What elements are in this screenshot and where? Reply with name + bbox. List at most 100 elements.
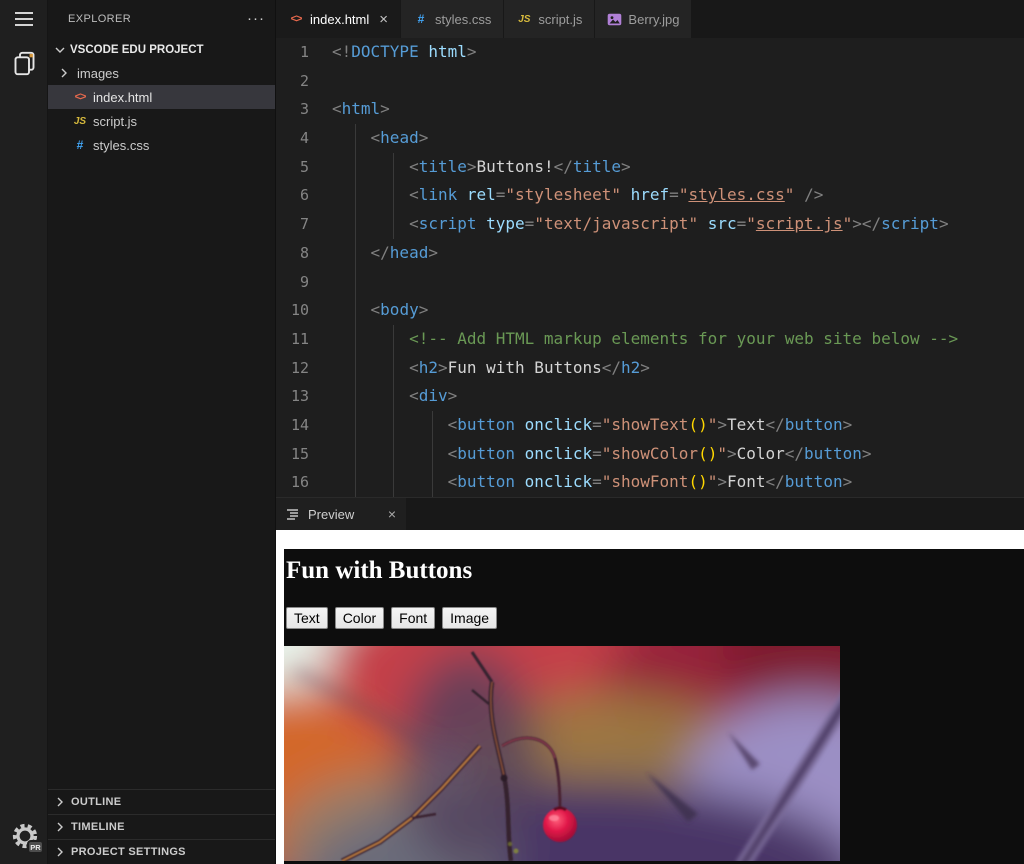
menu-icon[interactable] [15,12,33,26]
chevron-right-icon [52,844,68,860]
code-line[interactable]: 15 <button onclick="showColor()">Color</… [276,440,1024,469]
html-file-icon: <> [288,13,304,25]
tab-label: Berry.jpg [628,12,679,27]
indent-guide [393,153,394,239]
file-label: index.html [93,90,152,105]
line-number: 6 [276,181,332,210]
line-number: 11 [276,325,332,354]
preview-heading: Fun with Buttons [284,549,1024,585]
code-line[interactable]: 3<html> [276,95,1024,124]
folder-label: images [77,66,119,81]
line-number: 5 [276,153,332,182]
section-timeline[interactable]: TIMELINE [48,814,275,839]
root-folder-row[interactable]: VSCODE EDU PROJECT [48,38,275,61]
font-button[interactable]: Font [391,607,435,629]
code-line[interactable]: 12 <h2>Fun with Buttons</h2> [276,354,1024,383]
tab-styles-css[interactable]: # styles.css [401,0,504,38]
panel-tab-bar: Preview × [276,497,1024,530]
code-line[interactable]: 14 <button onclick="showText()">Text</bu… [276,411,1024,440]
editor-tab-bar: <> index.html × # styles.css JS script.j… [276,0,1024,38]
code-line[interactable]: 7 <script type="text/javascript" src="sc… [276,210,1024,239]
sidebar-item-index-html[interactable]: <> index.html [48,85,275,109]
section-label: TIMELINE [71,821,125,833]
explorer-title: EXPLORER [68,13,131,25]
berry-image [284,646,840,861]
tab-berry-jpg[interactable]: Berry.jpg [595,0,692,38]
code-line[interactable]: 9 [276,268,1024,297]
explorer-files-icon[interactable] [11,50,38,82]
tab-label: index.html [310,12,369,27]
code-line[interactable]: 13 <div> [276,382,1024,411]
line-number: 7 [276,210,332,239]
file-label: styles.css [93,138,149,153]
settings-gear-icon[interactable]: PR [10,821,40,851]
line-number: 1 [276,38,332,67]
line-number: 2 [276,67,332,96]
css-file-icon: # [413,12,429,26]
panel-tab-label: Preview [308,507,354,522]
section-label: OUTLINE [71,796,121,808]
tab-label: script.js [538,12,582,27]
root-folder-label: VSCODE EDU PROJECT [70,44,204,56]
code-line[interactable]: 11 <!-- Add HTML markup elements for you… [276,325,1024,354]
color-button[interactable]: Color [335,607,384,629]
image-button[interactable]: Image [442,607,497,629]
image-file-icon [607,13,622,26]
code-line[interactable]: 8 </head> [276,239,1024,268]
preview-page-body: Fun with Buttons Text Color Font Image [284,549,1024,864]
code-line[interactable]: 2 [276,67,1024,96]
indent-guide [355,124,356,497]
line-number: 15 [276,440,332,469]
indent-guide [393,325,394,497]
section-project-settings[interactable]: PROJECT SETTINGS [48,839,275,864]
chevron-right-icon [52,794,68,810]
css-file-icon: # [72,138,88,152]
tab-index-html[interactable]: <> index.html × [276,0,401,38]
code-line[interactable]: 16 <button onclick="showFont()">Font</bu… [276,468,1024,497]
js-file-icon: JS [516,14,532,25]
vscode-window: PR EXPLORER ··· VSCODE EDU PROJECT image… [0,0,1024,864]
section-label: PROJECT SETTINGS [71,846,186,858]
line-number: 9 [276,268,332,297]
line-number: 16 [276,468,332,497]
line-number: 13 [276,382,332,411]
line-number: 14 [276,411,332,440]
chevron-right-icon [52,819,68,835]
editor-group: <> index.html × # styles.css JS script.j… [276,0,1024,864]
code-line[interactable]: 6 <link rel="stylesheet" href="styles.cs… [276,181,1024,210]
sidebar-item-script-js[interactable]: JS script.js [48,109,275,133]
line-number: 10 [276,296,332,325]
code-line[interactable]: 10 <body> [276,296,1024,325]
tab-preview-panel[interactable]: Preview × [276,498,406,530]
tab-label: styles.css [435,12,491,27]
code-line[interactable]: 5 <title>Buttons!</title> [276,153,1024,182]
explorer-sidebar: EXPLORER ··· VSCODE EDU PROJECT images <… [48,0,276,864]
line-number: 3 [276,95,332,124]
chevron-right-icon [56,65,72,81]
text-button[interactable]: Text [286,607,328,629]
preview-webview: Fun with Buttons Text Color Font Image [276,530,1024,864]
more-actions-icon[interactable]: ··· [247,14,265,24]
tab-script-js[interactable]: JS script.js [504,0,595,38]
code-line[interactable]: 1<!DOCTYPE html> [276,38,1024,67]
chevron-down-icon [52,42,68,58]
profile-badge[interactable]: PR [27,840,44,854]
sidebar-item-styles-css[interactable]: # styles.css [48,133,275,157]
code-line[interactable]: 4 <head> [276,124,1024,153]
preview-icon [286,507,300,521]
close-icon[interactable]: × [379,11,388,28]
file-label: script.js [93,114,137,129]
js-file-icon: JS [72,116,88,127]
preview-button-row: Text Color Font Image [286,607,1024,629]
indent-guide [432,411,433,497]
close-icon[interactable]: × [388,506,396,522]
section-outline[interactable]: OUTLINE [48,789,275,814]
code-area: 1<!DOCTYPE html>23<html>4 <head>5 <title… [276,38,1024,497]
line-number: 4 [276,124,332,153]
sidebar-item-images[interactable]: images [48,61,275,85]
line-number: 8 [276,239,332,268]
code-editor[interactable]: 1<!DOCTYPE html>23<html>4 <head>5 <title… [276,38,1024,497]
html-file-icon: <> [72,91,88,103]
line-number: 12 [276,354,332,383]
activity-bar: PR [0,0,48,864]
